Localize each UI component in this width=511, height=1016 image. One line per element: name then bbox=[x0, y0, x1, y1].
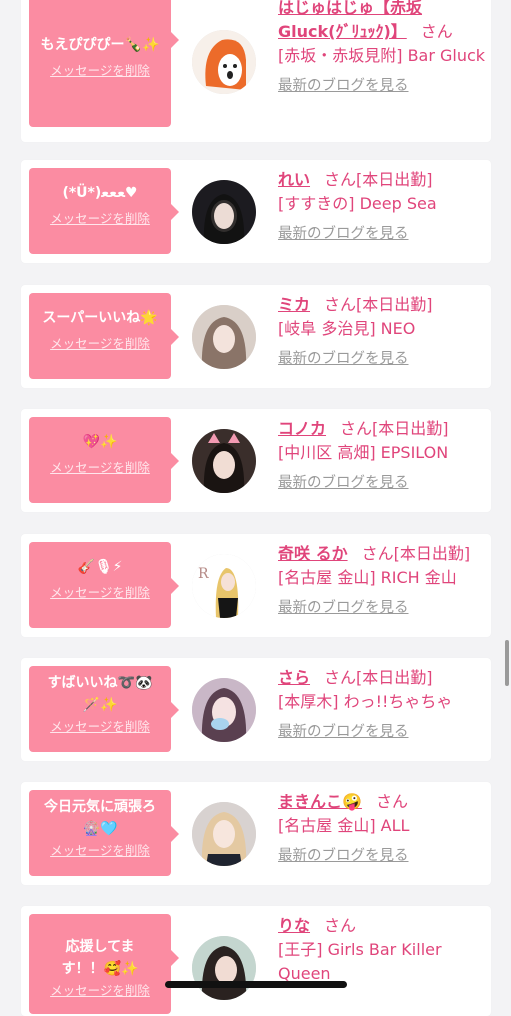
shop-name: [中川区 高畑] EPSILON bbox=[278, 443, 449, 462]
message-bubble: もえぴぴぴー🍾✨ メッセージを削除 bbox=[29, 0, 179, 127]
honorific: さん bbox=[324, 668, 357, 687]
message-text: もえぴぴぴー🍾✨ bbox=[40, 37, 160, 53]
card-info: まきんこ🤪 さん [名古屋 金山] ALL 最新のブログを見る bbox=[278, 790, 488, 865]
honorific: さん bbox=[420, 22, 453, 41]
shop-name: [すすきの] Deep Sea bbox=[278, 194, 437, 213]
message-bubble: 応援してます！！🥰✨ メッセージを削除 bbox=[29, 914, 179, 1014]
delete-message-link[interactable]: メッセージを削除 bbox=[50, 333, 150, 352]
honorific: さん bbox=[324, 295, 357, 314]
status-badge: [本日出勤] bbox=[356, 668, 433, 687]
profile-photo-icon[interactable] bbox=[192, 180, 256, 244]
shop-name: [名古屋 金山] RICH 金山 bbox=[278, 568, 457, 587]
cast-name-link[interactable]: はじゅはじゅ【赤坂Gluck(ｸﾞﾘｭｯｸ)】 bbox=[278, 0, 422, 41]
message-text: 🎸🎙⚡ bbox=[77, 559, 123, 575]
honorific: さん bbox=[340, 419, 373, 438]
latest-blog-link[interactable]: 最新のブログを見る bbox=[278, 720, 409, 741]
cast-name-link[interactable]: れい bbox=[278, 170, 310, 189]
message-feed: もえぴぴぴー🍾✨ メッセージを削除 はじゅはじゅ【赤坂Gluck(ｸﾞﾘｭｯｸ)… bbox=[0, 0, 511, 1016]
delete-message-link[interactable]: メッセージを削除 bbox=[50, 582, 150, 601]
message-bubble: 🎸🎙⚡ メッセージを削除 bbox=[29, 542, 179, 628]
status-badge: [本日出勤] bbox=[356, 170, 433, 189]
message-card: 🎸🎙⚡ メッセージを削除 R 奇咲 るか さん[本日出勤] [名古屋 金山] RI… bbox=[21, 534, 491, 637]
status-badge: [本日出勤] bbox=[356, 295, 433, 314]
message-card: 💖✨ メッセージを削除 コノカ さん[本日出勤] [中川区 高畑] EPSILON… bbox=[21, 409, 491, 512]
shop-name: [名古屋 金山] ALL bbox=[278, 816, 410, 835]
delete-message-link[interactable]: メッセージを削除 bbox=[50, 457, 150, 476]
status-badge: [本日出勤] bbox=[393, 544, 471, 563]
cast-name-link[interactable]: りな bbox=[278, 916, 310, 935]
latest-blog-link[interactable]: 最新のブログを見る bbox=[278, 74, 409, 95]
delete-message-link[interactable]: メッセージを削除 bbox=[50, 60, 150, 79]
honorific: さん bbox=[324, 916, 357, 935]
honorific: さん bbox=[375, 792, 408, 811]
latest-blog-link[interactable]: 最新のブログを見る bbox=[278, 347, 409, 368]
message-bubble: すばいいね➰🐼🪄✨ メッセージを削除 bbox=[29, 666, 179, 752]
cast-name-link[interactable]: ミカ bbox=[278, 295, 310, 314]
cast-name-link[interactable]: まきんこ🤪 bbox=[278, 792, 362, 811]
message-card: 今日元気に頑張ろ🎡🩵 メッセージを削除 まきんこ🤪 さん [名古屋 金山] ALL… bbox=[21, 782, 491, 885]
profile-photo-icon[interactable] bbox=[192, 678, 256, 742]
honorific: さん bbox=[324, 170, 357, 189]
delete-message-link[interactable]: メッセージを削除 bbox=[50, 980, 150, 999]
profile-photo-icon[interactable] bbox=[192, 802, 256, 866]
cast-name-link[interactable]: 奇咲 るか bbox=[278, 544, 348, 563]
latest-blog-link[interactable]: 最新のブログを見る bbox=[278, 596, 409, 617]
message-text: すばいいね➰🐼🪄✨ bbox=[47, 675, 153, 713]
mascot-avatar-icon[interactable] bbox=[192, 30, 256, 94]
home-indicator[interactable] bbox=[165, 981, 347, 988]
status-badge: [本日出勤] bbox=[372, 419, 449, 438]
message-bubble: (*Ü*)ﻌﻌﻌ♥ メッセージを削除 bbox=[29, 168, 179, 254]
profile-photo-icon[interactable] bbox=[192, 305, 256, 369]
card-info: 奇咲 るか さん[本日出勤] [名古屋 金山] RICH 金山 最新のブログを見る bbox=[278, 542, 488, 617]
message-text: スーパーいいね🌟 bbox=[42, 310, 158, 326]
honorific: さん bbox=[361, 544, 394, 563]
card-info: ミカ さん[本日出勤] [岐阜 多治見] NEO 最新のブログを見る bbox=[278, 293, 488, 368]
message-text: (*Ü*)ﻌﻌﻌ♥ bbox=[62, 185, 138, 201]
svg-text:R: R bbox=[198, 566, 209, 582]
message-card: (*Ü*)ﻌﻌﻌ♥ メッセージを削除 れい さん[本日出勤] [すすきの] Dee… bbox=[21, 160, 491, 263]
message-card: スーパーいいね🌟 メッセージを削除 ミカ さん[本日出勤] [岐阜 多治見] NE… bbox=[21, 285, 491, 388]
card-info: さら さん[本日出勤] [本厚木] わっ!!ちゃちゃ 最新のブログを見る bbox=[278, 666, 488, 741]
message-bubble: 今日元気に頑張ろ🎡🩵 メッセージを削除 bbox=[29, 790, 179, 876]
profile-photo-icon[interactable]: R bbox=[192, 554, 256, 618]
card-info: はじゅはじゅ【赤坂Gluck(ｸﾞﾘｭｯｸ)】 さん [赤坂・赤坂見附] Bar … bbox=[278, 0, 488, 95]
cast-name-link[interactable]: コノカ bbox=[278, 419, 326, 438]
message-card: もえぴぴぴー🍾✨ メッセージを削除 はじゅはじゅ【赤坂Gluck(ｸﾞﾘｭｯｸ)… bbox=[21, 0, 491, 142]
delete-message-link[interactable]: メッセージを削除 bbox=[50, 716, 150, 735]
delete-message-link[interactable]: メッセージを削除 bbox=[50, 208, 150, 227]
latest-blog-link[interactable]: 最新のブログを見る bbox=[278, 844, 409, 865]
card-info: れい さん[本日出勤] [すすきの] Deep Sea 最新のブログを見る bbox=[278, 168, 488, 243]
cast-name-link[interactable]: さら bbox=[278, 668, 310, 687]
message-text: 今日元気に頑張ろ🎡🩵 bbox=[44, 799, 156, 837]
profile-photo-icon[interactable] bbox=[192, 936, 256, 1000]
message-bubble: スーパーいいね🌟 メッセージを削除 bbox=[29, 293, 179, 379]
card-info: りな さん [王子] Girls Bar Killer Queen bbox=[278, 914, 488, 986]
shop-name: [赤坂・赤坂見附] Bar Gluck bbox=[278, 46, 486, 65]
message-card: 応援してます！！🥰✨ メッセージを削除 りな さん [王子] Girls Bar … bbox=[21, 906, 491, 1016]
latest-blog-link[interactable]: 最新のブログを見る bbox=[278, 471, 409, 492]
message-bubble: 💖✨ メッセージを削除 bbox=[29, 417, 179, 503]
profile-photo-icon[interactable] bbox=[192, 429, 256, 493]
shop-name: [王子] Girls Bar Killer Queen bbox=[278, 940, 442, 983]
delete-message-link[interactable]: メッセージを削除 bbox=[50, 840, 150, 859]
scrollbar[interactable] bbox=[505, 640, 509, 686]
latest-blog-link[interactable]: 最新のブログを見る bbox=[278, 222, 409, 243]
message-text: 💖✨ bbox=[82, 434, 118, 450]
shop-name: [岐阜 多治見] NEO bbox=[278, 319, 416, 338]
message-card: すばいいね➰🐼🪄✨ メッセージを削除 さら さん[本日出勤] [本厚木] わっ!!… bbox=[21, 658, 491, 761]
message-text: 応援してます！！🥰✨ bbox=[61, 939, 139, 977]
card-info: コノカ さん[本日出勤] [中川区 高畑] EPSILON 最新のブログを見る bbox=[278, 417, 488, 492]
shop-name: [本厚木] わっ!!ちゃちゃ bbox=[278, 692, 453, 711]
